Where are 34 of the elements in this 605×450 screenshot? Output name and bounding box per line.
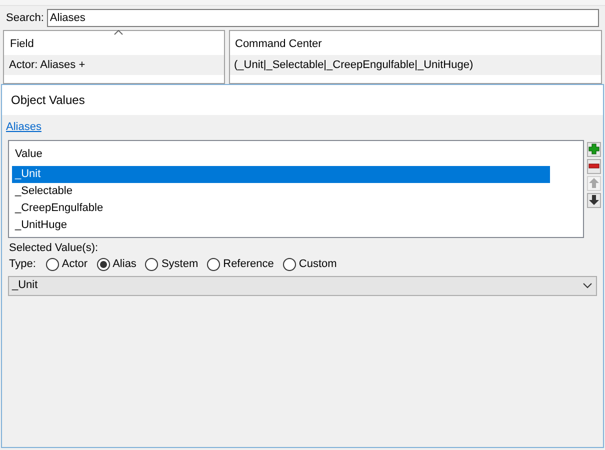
table-cell: (_Unit|_Selectable|_CreepEngulfable|_UnitHuge) <box>230 55 601 75</box>
move-down-button[interactable] <box>587 192 601 208</box>
search-label: Search: <box>6 10 44 26</box>
column-header[interactable]: Command Center <box>230 31 601 55</box>
column-header[interactable]: Value <box>12 144 550 166</box>
table-cell: Actor: Aliases + <box>4 55 224 75</box>
search-field[interactable]: Aliases <box>46 9 599 27</box>
radio-button[interactable] <box>46 258 59 271</box>
radio-button[interactable] <box>282 258 296 271</box>
radio-label[interactable]: System <box>161 256 198 273</box>
list-item[interactable]: _Unit <box>12 166 550 182</box>
radio-button[interactable] <box>145 258 158 271</box>
list-item[interactable]: _Selectable <box>12 182 550 200</box>
radio-label[interactable]: Custom <box>298 256 337 273</box>
chevron-down-icon <box>583 282 592 288</box>
plus-icon <box>588 143 600 155</box>
arrow-up-icon <box>588 177 600 189</box>
remove-button[interactable] <box>587 158 601 174</box>
column-header[interactable]: Field <box>4 31 224 55</box>
aliases-link[interactable]: Aliases <box>6 121 42 133</box>
dropdown-value: _Unit <box>12 278 38 294</box>
radio-button[interactable] <box>207 258 220 271</box>
selected-values-label: Selected Value(s): <box>8 240 100 256</box>
radio-label[interactable]: Alias <box>112 256 136 273</box>
radio-button[interactable] <box>96 258 110 271</box>
dialog-title: Object Values <box>2 85 603 115</box>
add-button[interactable] <box>587 142 601 156</box>
value-dropdown[interactable]: _Unit <box>8 276 597 296</box>
type-label: Type: <box>9 257 36 272</box>
radio-label[interactable]: Actor <box>62 256 88 273</box>
arrow-down-icon <box>588 194 600 206</box>
list-item[interactable]: _CreepEngulfable <box>12 200 550 216</box>
radio-label[interactable]: Reference <box>223 256 274 273</box>
list-item[interactable]: _UnitHuge <box>12 216 550 234</box>
